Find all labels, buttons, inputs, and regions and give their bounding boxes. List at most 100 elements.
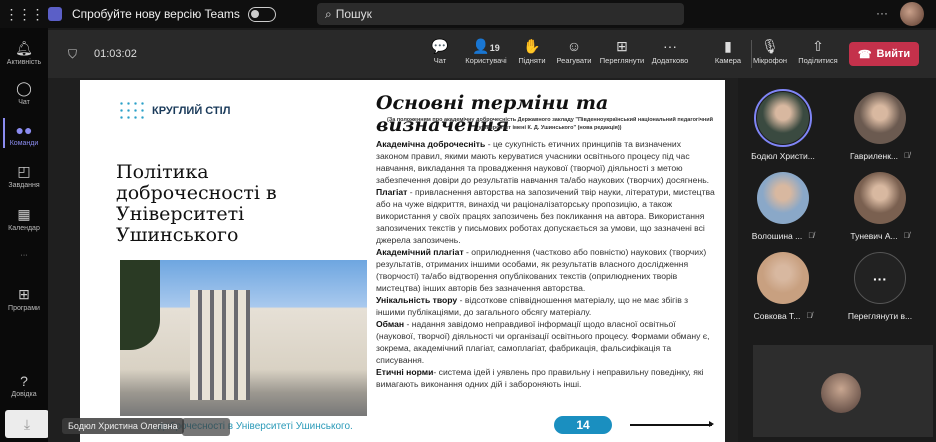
definition-item: Академічний плагіат - оприлюднення (част… [376,246,716,294]
term-definition: - привласнення авторства на запозичений … [376,187,715,245]
participant-name-row: Гавриленк... 🎙̸ [835,151,925,161]
control-glyph: ⇧ [812,38,824,54]
control-label: Переглянути [599,56,645,65]
participant-name: Гавриленк... [849,151,899,161]
control-glyph: ⊞ [616,38,628,54]
control-chat[interactable]: 💬 Чат [415,38,465,65]
university-building-photo [120,260,367,416]
participant-tile[interactable]: Туневич А... 🎙̸ [835,172,925,241]
control-glyph: ▮ [724,38,732,54]
try-new-teams-label: Спробуйте нову версію Teams [72,7,240,21]
shield-icon: ⛉ [68,47,78,61]
control-share[interactable]: ⇧ Поділитися [793,38,843,65]
rail-label: ··· [20,252,28,259]
term: Академічна доброчесніть [376,139,486,149]
participant-name: Совкова Т... [753,311,801,321]
participant-name: Туневич А... [850,231,898,241]
control-mic-off[interactable]: 🎙 Мікрофон [745,38,795,65]
more-icon: ··· [854,252,906,304]
teams-logo-icon [48,7,62,21]
backpack-icon: ◰ [17,163,31,179]
self-avatar [821,373,861,413]
download-icon[interactable]: ⤓ [5,410,49,438]
mic-off-icon: 🎙 [745,38,795,56]
rail-item-3[interactable]: ◰ Завдання [0,163,48,189]
mic-off-icon: 🎙̸ [903,231,910,240]
control-glyph: ✋ [523,38,541,54]
title-bar: ⋮⋮⋮ Спробуйте нову версію Teams ⌕ Пошук ·… [0,0,936,28]
definitions: Академічна доброчесніть - це сукупність … [376,138,716,390]
rail-label: Команди [9,140,39,147]
definition-item: Обман - надання завідомо неправдивої інф… [376,318,716,366]
term: Обман [376,319,405,329]
self-video-tile[interactable] [753,345,933,437]
new-teams-toggle[interactable] [247,6,276,22]
control-label: Додатково [651,56,689,65]
search-icon: ⌕ [325,6,332,21]
mic-off-icon: 🎙̸ [904,151,911,160]
rail-label: Календар [8,225,40,232]
rail-item-7[interactable]: ? Довідка [0,373,48,398]
participant-tile[interactable]: Бодюл Христи... [738,89,828,161]
participant-tile[interactable]: Совкова Т... 🎙̸ [738,252,828,321]
definition-item: Унікальність твору - відсоткове співвідн… [376,294,716,318]
leave-label: Вийти [876,48,911,60]
participant-name-row: Волошина ... 🎙̸ [738,231,828,241]
app-launcher-icon[interactable]: ⋮⋮⋮ [0,6,48,23]
rail-item-0[interactable]: 🔔︎ Активність [0,40,48,66]
rail-item-1[interactable]: ◯ Чат [0,80,48,106]
rail-item-2[interactable]: ●● Команди [0,118,48,148]
definition-item: Академічна доброчесніть - це сукупність … [376,138,716,186]
control-label: Мікрофон [752,56,788,65]
control-glyph: 🎙 [761,38,779,54]
definition-item: Етичні норми- система ідей і уявлень про… [376,366,716,390]
help-icon: ? [20,373,28,389]
search-input[interactable]: ⌕ Пошук [317,3,684,25]
user-avatar[interactable] [900,2,924,26]
more-options-button[interactable]: ··· [876,6,888,20]
rail-label: Програми [8,305,40,312]
control-people[interactable]: 👤19 Користувачі [461,38,511,65]
definition-item: Плагіат - привласнення авторства на запо… [376,186,716,246]
slide-subtitle: (За положенням про академічну доброчесні… [386,117,714,131]
share-icon: ⇧ [793,38,843,56]
arrow-right-icon [630,421,714,427]
control-label: Поділитися [798,56,838,65]
rail-item-4[interactable]: ▦ Календар [0,206,48,232]
control-more[interactable]: ··· Додатково [645,38,695,65]
slide-logo: КРУГЛИЙ СТІЛ [118,100,230,122]
control-glyph: ☺ [566,38,582,54]
rail-item-6[interactable]: ⊞ Програми [0,286,48,312]
control-label: Камера [714,56,742,65]
participant-avatar [757,172,809,224]
rail-label: Активність [6,59,42,66]
people-icon: 👤19 [461,38,511,56]
participant-tile[interactable]: Гавриленк... 🎙̸ [835,92,925,161]
participant-count: 19 [489,43,500,53]
view-all-participants-button[interactable]: ··· Переглянути в... [835,252,925,321]
participant-avatar [757,252,809,304]
term-definition: - надання завідомо неправдивої інформаці… [376,319,710,365]
chat-icon: ◯ [16,80,32,96]
participant-name-row: Переглянути в... [835,311,925,321]
meeting-toolbar: ⛉ 01:03:02 ☎ Вийти 💬 Чат 👤19 Користувачі ✋ Під… [48,30,936,78]
rail-item-5[interactable]: ··· [0,250,48,259]
control-view-grid[interactable]: ⊞ Переглянути [597,38,647,65]
term: Академічний плагіат [376,247,464,257]
control-label: Підняти [518,56,546,65]
participant-avatar [854,92,906,144]
participant-avatar [854,172,906,224]
more-icon: ··· [645,38,695,56]
control-smile[interactable]: ☺ Реагувати [549,38,599,65]
term: Плагіат [376,187,408,197]
control-glyph: 💬 [431,38,449,54]
leave-button[interactable]: ☎ Вийти [849,42,919,66]
control-label: Користувачі [465,56,507,65]
view-grid-icon: ⊞ [597,38,647,56]
rail-label: Довідка [11,391,37,398]
participant-tile[interactable]: Волошина ... 🎙̸ [738,172,828,241]
logo-icon [118,100,146,122]
search-placeholder: Пошук [335,7,372,21]
presenter-name: Бодюл Христина Олегівна [62,418,184,434]
smile-icon: ☺ [549,38,599,56]
